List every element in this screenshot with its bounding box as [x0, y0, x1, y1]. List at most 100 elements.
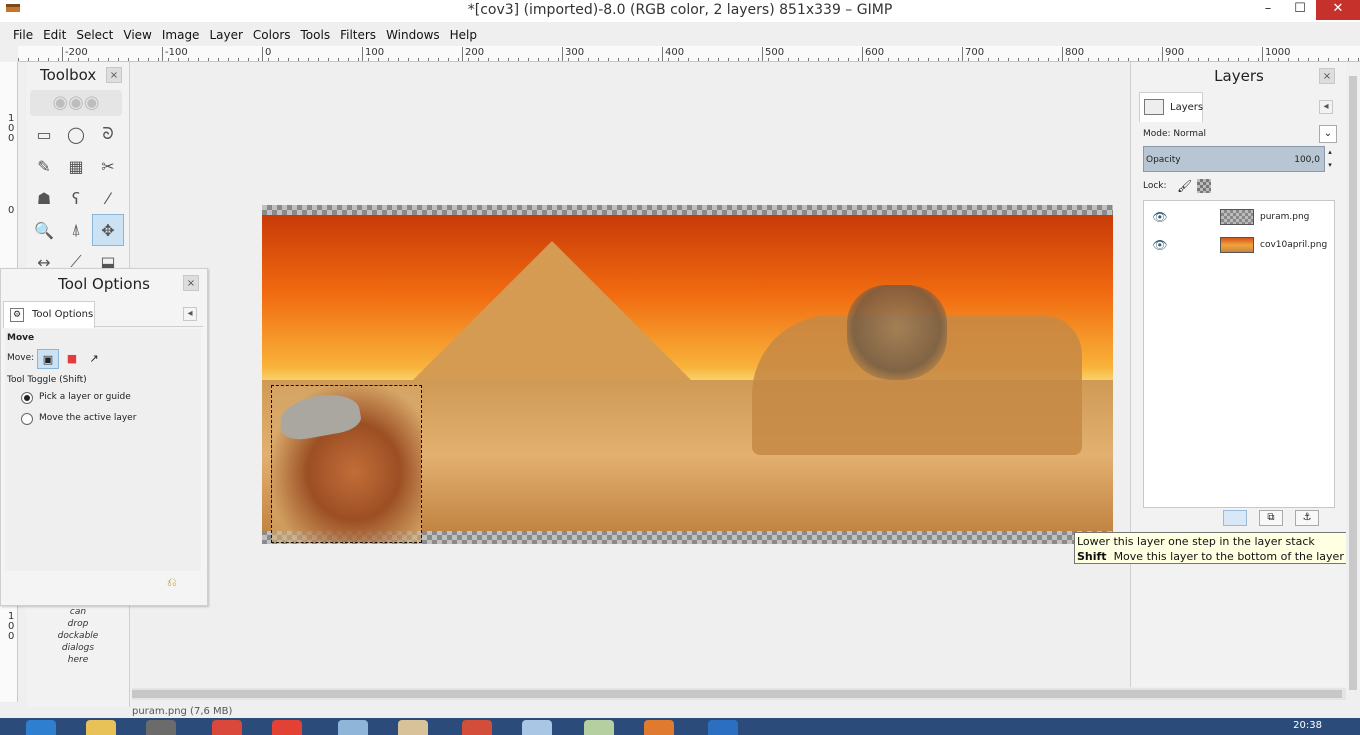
- move-selection-mode-icon[interactable]: ■: [61, 349, 83, 369]
- layer-name[interactable]: cov10april.png: [1260, 231, 1327, 259]
- app-icon[interactable]: [462, 720, 492, 735]
- menu-filters[interactable]: Filters: [335, 26, 381, 46]
- drop-hint-line: here: [67, 655, 89, 665]
- menu-image[interactable]: Image: [157, 26, 205, 46]
- layer-name[interactable]: puram.png: [1260, 203, 1309, 231]
- move-active-layer-radio[interactable]: [21, 413, 33, 425]
- paint-icon[interactable]: [584, 720, 614, 735]
- layer-row[interactable]: 👁 puram.png: [1144, 203, 1334, 231]
- visibility-eye-icon[interactable]: 👁: [1152, 209, 1168, 225]
- app-icon[interactable]: [398, 720, 428, 735]
- ruler-tick: 900: [1162, 47, 1184, 61]
- dock-drop-hint: can drop dockable dialogs here: [30, 606, 126, 666]
- pick-layer-label[interactable]: Pick a layer or guide: [39, 392, 131, 402]
- horizontal-scrollbar[interactable]: [132, 688, 1346, 700]
- opacity-slider[interactable]: Opacity 100,0: [1143, 146, 1325, 172]
- rect-select-icon[interactable]: ▭: [28, 118, 60, 150]
- os-taskbar: 20:38: [0, 718, 1360, 735]
- scroll-thumb[interactable]: [132, 690, 1342, 698]
- horizontal-ruler[interactable]: -200 -100 0 100 200 300 400 500 600 700 …: [18, 46, 1360, 62]
- mode-selector[interactable]: Mode: Normal ⌄: [1141, 124, 1337, 144]
- menu-tools[interactable]: Tools: [296, 26, 336, 46]
- foreground-select-icon[interactable]: ☗: [28, 182, 60, 214]
- move-active-layer-label[interactable]: Move the active layer: [39, 413, 136, 423]
- pyramid-shape: [402, 241, 702, 391]
- menu-view[interactable]: View: [118, 26, 156, 46]
- image-canvas[interactable]: [262, 205, 1113, 544]
- anchor-layer-button[interactable]: ⚓: [1295, 510, 1319, 526]
- ruler-tick: 1 0 0: [8, 611, 15, 642]
- app-icon[interactable]: [338, 720, 368, 735]
- menu-colors[interactable]: Colors: [248, 26, 296, 46]
- ruler-tick: 600: [862, 47, 884, 61]
- ellipse-select-icon[interactable]: ◯: [60, 118, 92, 150]
- hat-shape: [277, 389, 363, 443]
- drop-hint-line: drop: [67, 619, 89, 629]
- wilber-drop-area[interactable]: ◉◉◉: [30, 90, 122, 116]
- tool-options-close-button[interactable]: ×: [183, 275, 199, 291]
- visibility-eye-icon[interactable]: 👁: [1152, 237, 1168, 253]
- minimize-button[interactable]: –: [1252, 0, 1284, 20]
- selected-layer-bounds[interactable]: [271, 385, 422, 543]
- measure-icon[interactable]: ⍋: [60, 214, 92, 246]
- folder-icon[interactable]: [86, 720, 116, 735]
- tab-menu-icon[interactable]: ◂: [1319, 100, 1333, 114]
- move-label: Move:: [7, 353, 35, 363]
- ruler-tick: -100: [162, 47, 188, 61]
- menu-layer[interactable]: Layer: [204, 26, 247, 46]
- chevron-down-icon[interactable]: ⌄: [1319, 125, 1337, 143]
- layers-tab-icon: [1144, 99, 1164, 115]
- layer-actions: ⧉ ⚓: [1223, 510, 1319, 526]
- tab-tool-options[interactable]: ⚙ Tool Options: [3, 301, 95, 328]
- close-window-button[interactable]: ✕: [1316, 0, 1360, 20]
- ruler-tick: 0: [262, 47, 271, 61]
- tab-menu-icon[interactable]: ◂: [183, 307, 197, 321]
- lock-alpha-icon[interactable]: [1197, 179, 1211, 193]
- maximize-button[interactable]: ☐: [1284, 0, 1316, 20]
- tool-options-panel: Tool Options × ⚙ Tool Options ◂ Move Mov…: [0, 268, 208, 606]
- chrome-icon[interactable]: [272, 720, 302, 735]
- tab-layers[interactable]: Layers: [1139, 92, 1203, 122]
- layers-close-button[interactable]: ×: [1319, 68, 1335, 84]
- move-icon[interactable]: ✥: [92, 214, 124, 246]
- window-titlebar: *[cov3] (imported)-8.0 (RGB color, 2 lay…: [0, 0, 1360, 22]
- ruler-tick: 400: [662, 47, 684, 61]
- tooltip-key: Shift: [1077, 550, 1107, 563]
- menu-edit[interactable]: Edit: [38, 26, 71, 46]
- app-icon[interactable]: [212, 720, 242, 735]
- pick-layer-radio[interactable]: [21, 392, 33, 404]
- app-icon[interactable]: [708, 720, 738, 735]
- free-select-icon[interactable]: ᘐ: [92, 118, 124, 150]
- lock-pixels-icon[interactable]: 🖌: [1177, 178, 1193, 194]
- toolbox-close-button[interactable]: ×: [106, 67, 122, 83]
- ruler-tick: 700: [962, 47, 984, 61]
- app-icon[interactable]: [644, 720, 674, 735]
- vertical-scrollbar[interactable]: [1346, 62, 1360, 690]
- tab-label: Layers: [1170, 102, 1204, 113]
- color-picker-icon[interactable]: ⁄: [92, 182, 124, 214]
- move-path-mode-icon[interactable]: ↗: [83, 349, 105, 369]
- gimp-icon[interactable]: [146, 720, 176, 735]
- zoom-icon[interactable]: 🔍: [28, 214, 60, 246]
- tool-options-title: Tool Options: [58, 275, 150, 293]
- duplicate-layer-button[interactable]: ⧉: [1259, 510, 1283, 526]
- scissors-icon[interactable]: ✂: [92, 150, 124, 182]
- menu-file[interactable]: File: [8, 26, 38, 46]
- menu-help[interactable]: Help: [445, 26, 482, 46]
- opacity-label: Opacity: [1146, 155, 1181, 165]
- menu-select[interactable]: Select: [71, 26, 118, 46]
- fuzzy-select-icon[interactable]: ✎: [28, 150, 60, 182]
- move-layer-mode-icon[interactable]: ▣: [37, 349, 59, 369]
- lower-layer-button[interactable]: [1223, 510, 1247, 526]
- ie-icon[interactable]: [26, 720, 56, 735]
- opacity-spinner[interactable]: ▴ ▾: [1325, 146, 1335, 172]
- lock-label: Lock:: [1143, 181, 1167, 191]
- select-by-color-icon[interactable]: ▦: [60, 150, 92, 182]
- tooltip: Lower this layer one step in the layer s…: [1074, 532, 1360, 564]
- menu-windows[interactable]: Windows: [381, 26, 445, 46]
- layer-row[interactable]: 👁 cov10april.png: [1144, 231, 1334, 259]
- reset-options-icon[interactable]: ⎌: [167, 575, 177, 590]
- app-icon[interactable]: [522, 720, 552, 735]
- paths-icon[interactable]: ʕ: [60, 182, 92, 214]
- scroll-thumb[interactable]: [1349, 76, 1357, 690]
